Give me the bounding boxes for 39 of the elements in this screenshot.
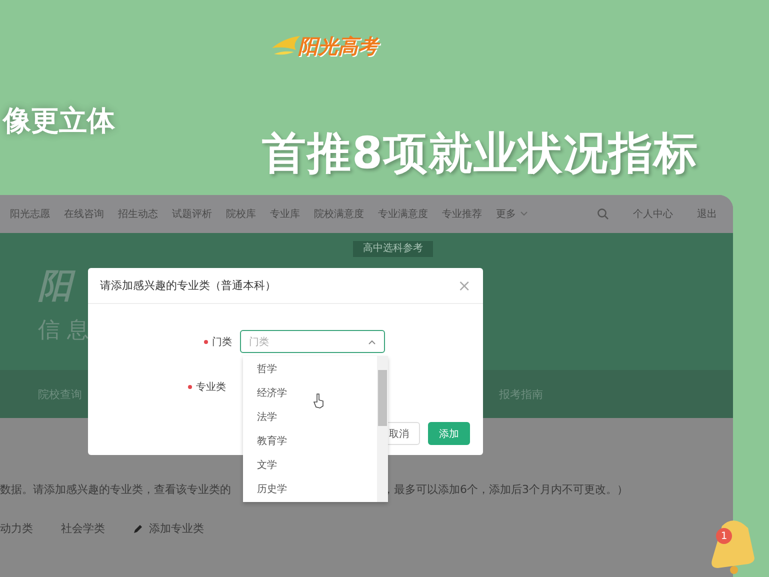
close-button[interactable]: × (458, 276, 471, 295)
brand-logo: 阳光高考 (298, 33, 378, 60)
nav-link[interactable]: 阳光志愿 (10, 207, 50, 221)
nav-link[interactable]: 招生动态 (118, 207, 158, 221)
scrollbar[interactable] (377, 356, 388, 502)
pencil-icon (133, 524, 143, 534)
notice-text: 数据。请添加感兴趣的专业类，查看该专业类的 (0, 482, 231, 497)
nav-link[interactable]: 专业满意度 (378, 207, 428, 221)
category-select[interactable]: 门类 (240, 330, 385, 353)
dropdown-option[interactable]: 教育学 (257, 434, 377, 450)
dialog-title: 请添加感兴趣的专业类（普通本科） (100, 278, 276, 293)
notice-text: ，最多可以添加6个，添加后3个月内不可更改。） (383, 482, 628, 497)
dropdown-option[interactable]: 经济学 (257, 386, 377, 402)
chevron-icon (368, 338, 376, 344)
caption-text: 像更立体 (1, 103, 116, 139)
logout-link[interactable]: 退出 (697, 207, 717, 221)
nav-link[interactable]: 专业推荐 (442, 207, 482, 221)
banner-tag: 高中选科参考 (353, 241, 433, 257)
nav-link[interactable]: 在线咨询 (64, 207, 104, 221)
nav-link[interactable]: 更多 (496, 207, 516, 221)
add-major-link[interactable]: 添加专业类 (149, 521, 204, 536)
nav-link[interactable]: 专业库 (270, 207, 300, 221)
major-tag[interactable]: 社会学类 (61, 521, 105, 536)
hand-cursor-icon (313, 393, 325, 409)
add-button[interactable]: 添加 (428, 422, 470, 445)
headline: 首推8项就业状况指标 (262, 127, 699, 181)
nav-link[interactable]: 院校满意度 (314, 207, 364, 221)
search-icon[interactable] (597, 208, 609, 220)
field-label: 门类 (212, 336, 233, 348)
user-center-link[interactable]: 个人中心 (633, 207, 673, 221)
nav-link[interactable]: 院校库 (226, 207, 256, 221)
dropdown-option[interactable]: 法学 (257, 410, 377, 426)
major-tag[interactable]: 动力类 (0, 521, 33, 536)
dropdown-option[interactable]: 哲学 (257, 362, 377, 378)
dropdown-option[interactable]: 历史学 (257, 482, 377, 498)
caret-icon (520, 211, 528, 217)
dropdown-option[interactable]: 文学 (257, 458, 377, 474)
field-label: 专业类 (196, 380, 227, 394)
nav-link[interactable]: 试题评析 (172, 207, 212, 221)
